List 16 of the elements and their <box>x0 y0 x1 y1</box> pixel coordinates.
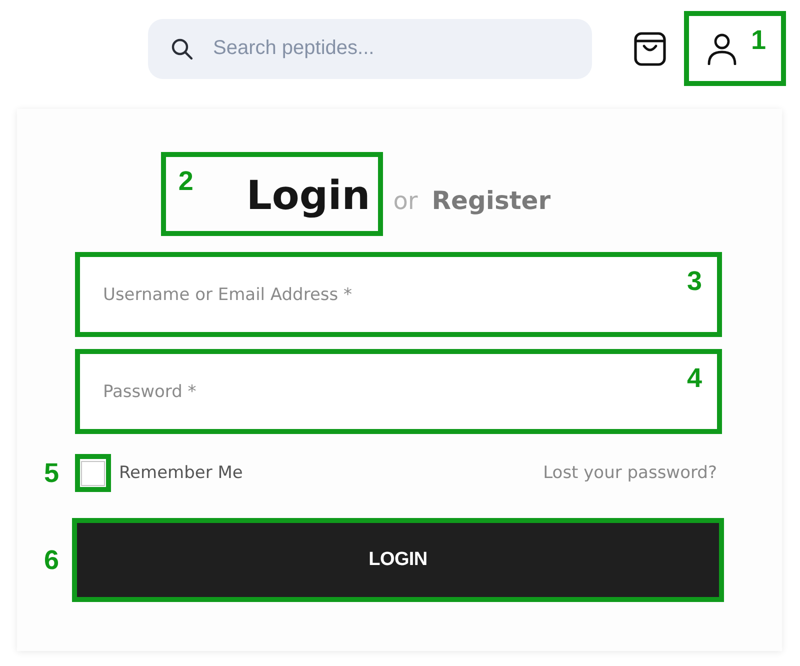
annotation-number: 2 <box>178 167 194 195</box>
search-field[interactable]: Search peptides... <box>148 18 592 78</box>
annotation-number: 1 <box>750 26 766 54</box>
login-heading[interactable]: Login <box>246 173 370 219</box>
annotation-number: 3 <box>686 267 702 295</box>
remember-me-label[interactable]: Remember Me <box>119 463 243 483</box>
or-separator: or <box>393 187 418 215</box>
annotation-number: 6 <box>44 546 60 574</box>
shopping-bag-icon[interactable] <box>634 32 666 66</box>
remember-checkbox[interactable] <box>81 460 105 486</box>
annotation-number: 5 <box>44 459 60 487</box>
register-link[interactable]: Register <box>432 186 551 215</box>
user-account-icon[interactable] <box>707 32 737 64</box>
login-button[interactable]: LOGIN <box>77 523 719 597</box>
search-icon <box>170 36 194 60</box>
annotation-number: 4 <box>686 364 702 392</box>
